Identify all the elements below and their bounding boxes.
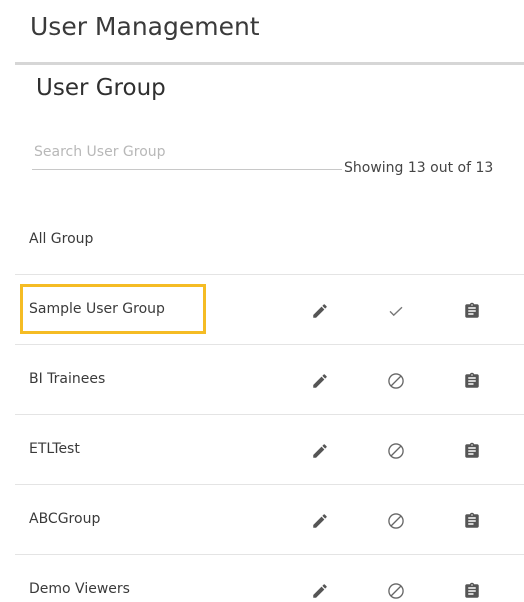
list-item-all-group[interactable]: All Group bbox=[15, 205, 524, 275]
edit-icon[interactable] bbox=[309, 440, 331, 462]
block-icon[interactable] bbox=[385, 580, 407, 602]
edit-icon[interactable] bbox=[309, 300, 331, 322]
list-item-etltest[interactable]: ETLTest bbox=[15, 415, 524, 485]
list-item-sample-user-group[interactable]: Sample User Group bbox=[15, 275, 524, 345]
list-item-label: ETLTest bbox=[29, 441, 80, 457]
list-item-label: All Group bbox=[29, 231, 94, 247]
page-title: User Management bbox=[30, 12, 260, 41]
clipboard-icon[interactable] bbox=[461, 510, 483, 532]
list-item-abcgroup[interactable]: ABCGroup bbox=[15, 485, 524, 555]
list-item-label: BI Trainees bbox=[29, 371, 106, 387]
list-item-label: Demo Viewers bbox=[29, 581, 130, 597]
list-item-demo-viewers[interactable]: Demo Viewers bbox=[15, 555, 524, 602]
search-input[interactable] bbox=[32, 134, 342, 170]
clipboard-icon[interactable] bbox=[461, 440, 483, 462]
list-item-label: ABCGroup bbox=[29, 511, 101, 527]
block-icon[interactable] bbox=[385, 440, 407, 462]
edit-icon[interactable] bbox=[309, 510, 331, 532]
list-item-label: Sample User Group bbox=[29, 301, 165, 317]
list-item-bi-trainees[interactable]: BI Trainees bbox=[15, 345, 524, 415]
clipboard-icon[interactable] bbox=[461, 300, 483, 322]
check-icon[interactable] bbox=[385, 300, 407, 322]
result-count: Showing 13 out of 13 bbox=[344, 160, 494, 176]
clipboard-icon[interactable] bbox=[461, 580, 483, 602]
block-icon[interactable] bbox=[385, 370, 407, 392]
block-icon[interactable] bbox=[385, 510, 407, 532]
clipboard-icon[interactable] bbox=[461, 370, 483, 392]
user-management-panel: User Management User Group Showing 13 ou… bbox=[0, 0, 524, 602]
edit-icon[interactable] bbox=[309, 580, 331, 602]
section-title: User Group bbox=[36, 75, 166, 101]
header-divider bbox=[15, 62, 524, 65]
group-list: All Group Sample User Group BI Trainees bbox=[15, 205, 524, 602]
edit-icon[interactable] bbox=[309, 370, 331, 392]
